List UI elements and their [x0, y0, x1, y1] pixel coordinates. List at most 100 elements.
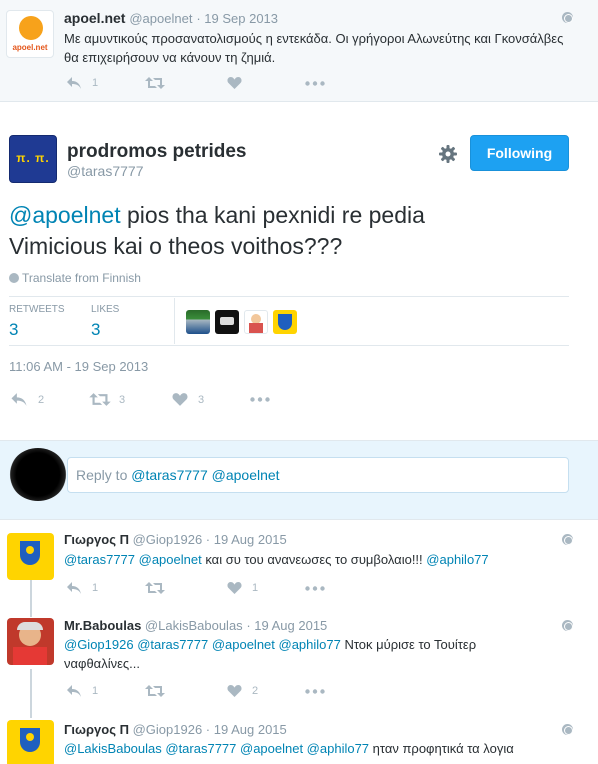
more-button[interactable] — [250, 397, 270, 402]
apoelnet-logo-text: apoel.net — [12, 43, 48, 52]
reply-author-handle[interactable]: @LakisBaboulas — [145, 618, 243, 633]
likes-count: 3 — [91, 320, 101, 339]
main-author-handle[interactable]: @taras7777 — [67, 163, 143, 179]
reply-icon — [11, 393, 27, 406]
reply-tweet[interactable]: Γιωργος Π @Giop1926 · 19 Aug 2015 @taras… — [0, 521, 598, 609]
retweet-count: 3 — [119, 393, 126, 406]
liker-avatar[interactable] — [215, 310, 239, 334]
retweet-button[interactable] — [145, 581, 165, 595]
retweet-icon — [145, 77, 165, 89]
globe-icon — [562, 724, 573, 735]
like-icon — [227, 582, 242, 594]
reply-icon — [67, 685, 81, 697]
reply-author-name[interactable]: Γιωργος Π — [64, 722, 129, 737]
reply-count: 1 — [92, 685, 99, 697]
apoelnet-avatar[interactable]: apoel.net — [6, 10, 54, 58]
reply-author-handle[interactable]: @Giop1926 — [133, 722, 203, 737]
like-button[interactable] — [227, 76, 242, 90]
reply-button[interactable]: 1 — [66, 76, 98, 90]
more-button[interactable] — [305, 689, 325, 694]
tweet-date[interactable]: 19 Sep 2013 — [204, 11, 278, 26]
reply-button[interactable]: 1 — [66, 581, 98, 595]
retweet-button[interactable] — [145, 684, 165, 698]
reply-trail-mention[interactable]: @aphilo77 — [426, 552, 488, 567]
main-tweet: π. π. prodromos petrides @taras7777 Foll… — [0, 103, 598, 440]
retweets-count: 3 — [9, 320, 19, 339]
translate-link[interactable]: Translate from Finnish — [9, 271, 141, 285]
reply-mentions[interactable]: @LakisBaboulas @taras7777 @apoelnet @aph… — [64, 741, 369, 756]
reply-tweet[interactable]: Mr.Baboulas @LakisBaboulas · 19 Aug 2015… — [0, 609, 598, 709]
reply-author-avatar[interactable] — [7, 618, 54, 665]
previous-tweet[interactable]: apoel.net apoel.net @apoelnet · 19 Sep 2… — [0, 0, 598, 102]
reply-text: @Giop1926 @taras7777 @apoelnet @aphilo77… — [64, 635, 534, 673]
globe-icon — [9, 273, 19, 283]
main-author-name[interactable]: prodromos petrides — [67, 141, 246, 163]
tweet-author-name[interactable]: apoel.net — [64, 10, 125, 26]
like-icon — [227, 685, 242, 697]
more-icon — [305, 689, 325, 694]
reply-placeholder-mentions: @taras7777 @apoelnet — [131, 467, 280, 483]
reply-text: @taras7777 @apoelnet και συ του ανανεωσε… — [64, 550, 574, 569]
liker-avatar[interactable] — [186, 310, 210, 334]
avatar-initials: π. π. — [16, 151, 50, 165]
liker-avatar[interactable] — [244, 310, 268, 334]
likes-label: LIKES — [91, 304, 120, 315]
liker-avatar[interactable] — [273, 310, 297, 334]
reply-date[interactable]: 19 Aug 2015 — [254, 618, 327, 633]
translate-label: Translate from Finnish — [22, 271, 141, 285]
main-tweet-text: @apoelnet pios tha kani pexnidi re pedia… — [9, 200, 529, 262]
reply-author-name[interactable]: Γιωργος Π — [64, 532, 129, 547]
retweets-stat[interactable]: RETWEETS 3 — [9, 304, 65, 340]
tweet-timestamp[interactable]: 11:06 AM - 19 Sep 2013 — [9, 359, 148, 374]
tweet-text: Με αμυντικούς προσανατολισμούς η εντεκάδ… — [64, 31, 564, 65]
reply-input[interactable]: Reply to @taras7777 @apoelnet — [67, 457, 569, 493]
reply-date[interactable]: 19 Aug 2015 — [214, 722, 287, 737]
apoelnet-logo-icon — [19, 16, 43, 40]
likes-stat[interactable]: LIKES 3 — [91, 304, 119, 340]
globe-icon — [562, 620, 573, 631]
reply-mentions[interactable]: @Giop1926 @taras7777 @apoelnet @aphilo77 — [64, 637, 341, 652]
following-button[interactable]: Following — [470, 135, 569, 171]
globe-icon — [562, 534, 573, 545]
tweet-author-handle[interactable]: @apoelnet — [129, 11, 192, 26]
more-icon — [250, 397, 270, 402]
reply-author-name[interactable]: Mr.Baboulas — [64, 618, 141, 633]
like-button[interactable]: 3 — [172, 392, 204, 407]
more-button[interactable] — [305, 81, 325, 86]
retweet-icon — [145, 685, 165, 697]
current-user-avatar[interactable] — [9, 448, 67, 501]
reply-icon — [67, 77, 81, 89]
mention-link[interactable]: @apoelnet — [9, 202, 121, 228]
reply-button[interactable]: 2 — [10, 392, 44, 407]
reply-count: 1 — [92, 77, 99, 89]
reply-text: @LakisBaboulas @taras7777 @apoelnet @aph… — [64, 739, 584, 758]
reply-button[interactable]: 1 — [66, 684, 98, 698]
more-icon — [305, 586, 325, 591]
retweet-button[interactable] — [145, 76, 165, 90]
more-button[interactable] — [305, 586, 325, 591]
reply-placeholder-prefix: Reply to — [76, 467, 132, 483]
retweet-button[interactable]: 3 — [89, 392, 125, 407]
like-button[interactable]: 1 — [227, 581, 258, 595]
reply-body: και συ του ανανεωσες το συμβολαιο!!! — [201, 552, 427, 567]
reply-icon — [67, 582, 81, 594]
following-label: Following — [486, 145, 553, 161]
reply-author-avatar[interactable] — [7, 720, 54, 764]
stats-divider-top — [9, 296, 569, 297]
globe-icon — [562, 12, 573, 23]
reply-count: 1 — [92, 582, 99, 594]
gear-icon[interactable] — [439, 145, 457, 163]
like-icon — [172, 393, 188, 406]
reply-count: 2 — [38, 393, 45, 406]
retweet-icon — [89, 393, 111, 406]
main-author-avatar[interactable]: π. π. — [9, 135, 57, 183]
reply-body: ηταν προφητικά τα λογια — [369, 741, 514, 756]
retweets-label: RETWEETS — [9, 304, 65, 315]
stats-divider-bottom — [9, 345, 569, 346]
reply-author-avatar[interactable] — [7, 533, 54, 580]
reply-mentions[interactable]: @taras7777 @apoelnet — [64, 552, 202, 567]
like-button[interactable]: 2 — [227, 684, 258, 698]
reply-tweet[interactable]: Γιωργος Π @Giop1926 · 19 Aug 2015 @Lakis… — [0, 710, 598, 764]
reply-date[interactable]: 19 Aug 2015 — [214, 532, 287, 547]
reply-author-handle[interactable]: @Giop1926 — [133, 532, 203, 547]
